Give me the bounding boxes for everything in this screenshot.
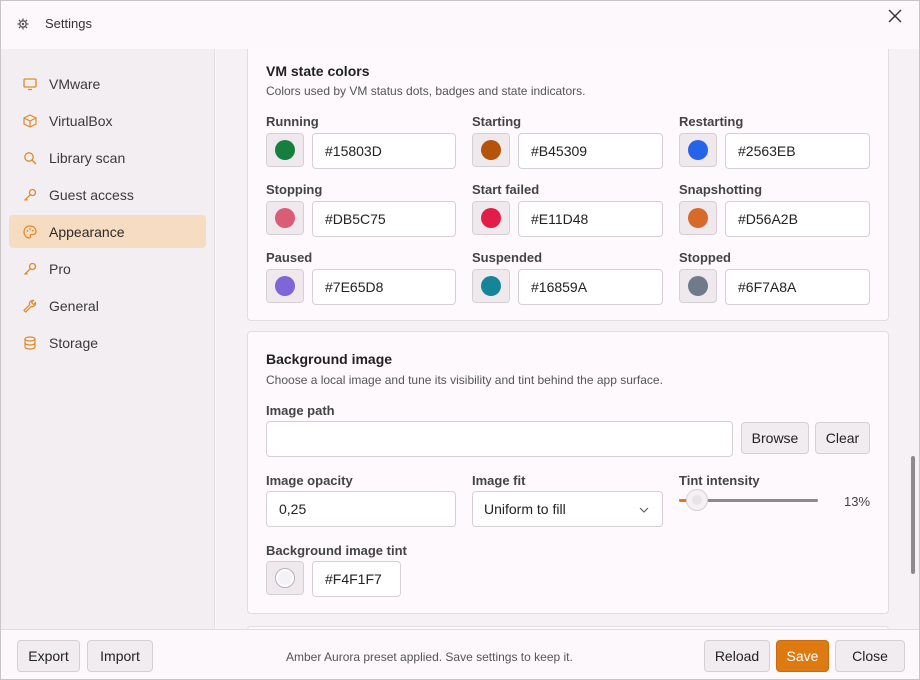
image-opacity-input[interactable]: 0,25 xyxy=(266,491,456,527)
color-dot xyxy=(275,140,295,160)
clear-button[interactable]: Clear xyxy=(815,422,870,454)
save-button[interactable]: Save xyxy=(776,640,829,672)
sidebar-item-general[interactable]: General xyxy=(9,289,206,322)
color-dot xyxy=(275,568,295,588)
image-fit-select[interactable]: Uniform to fill xyxy=(472,491,663,527)
state-label-stopped: Stopped xyxy=(679,250,731,265)
sidebar-item-label: General xyxy=(49,297,99,314)
color-dot xyxy=(481,208,501,228)
vm-state-colors-card: VM state colors Colors used by VM status… xyxy=(247,49,889,321)
state-label-running: Running xyxy=(266,114,319,129)
color-swatch-stopped[interactable] xyxy=(679,269,717,303)
sidebar-item-label: Pro xyxy=(49,260,71,277)
image-path-input[interactable] xyxy=(266,421,733,457)
color-field-suspended[interactable]: #16859A xyxy=(518,269,663,305)
state-label-starting: Starting xyxy=(472,114,522,129)
state-label-restarting: Restarting xyxy=(679,114,744,129)
key-icon xyxy=(23,188,37,202)
sidebar-item-label: VMware xyxy=(49,75,101,92)
sidebar-item-label: VirtualBox xyxy=(49,112,113,129)
settings-content[interactable]: VM state colors Colors used by VM status… xyxy=(216,49,919,629)
sidebar-item-label: Storage xyxy=(49,334,99,351)
tint-intensity-value: 13% xyxy=(844,494,871,509)
color-dot xyxy=(481,276,501,296)
key-icon xyxy=(23,262,37,276)
palette-icon xyxy=(23,224,37,239)
sidebar-item-virtualbox[interactable]: VirtualBox xyxy=(9,104,206,137)
title-bar: Settings xyxy=(1,1,919,49)
background-image-card: Background image Choose a local image an… xyxy=(247,331,889,614)
color-field-restarting[interactable]: #2563EB xyxy=(725,133,870,169)
chevron-down-icon xyxy=(638,503,650,515)
color-field-stopped[interactable]: #6F7A8A xyxy=(725,269,870,305)
window-title: Settings xyxy=(45,16,92,31)
footer-bar: Export Import Amber Aurora preset applie… xyxy=(1,629,919,679)
browse-button[interactable]: Browse xyxy=(741,422,809,454)
search-icon xyxy=(23,151,37,165)
color-field-snapshotting[interactable]: #D56A2B xyxy=(725,201,870,237)
tint-intensity-slider-thumb[interactable] xyxy=(686,489,709,511)
color-field-start-failed[interactable]: #E11D48 xyxy=(518,201,663,237)
status-message: Amber Aurora preset applied. Save settin… xyxy=(286,650,573,664)
card-title: VM state colors xyxy=(266,63,370,79)
database-icon xyxy=(23,335,37,350)
color-swatch-restarting[interactable] xyxy=(679,133,717,167)
sidebar-item-label: Library scan xyxy=(49,149,126,166)
sidebar-item-label: Appearance xyxy=(49,223,125,240)
settings-window: Settings VMware VirtualBox Library scan xyxy=(0,0,920,680)
color-swatch-background-tint[interactable] xyxy=(266,561,304,595)
reload-button[interactable]: Reload xyxy=(704,640,770,672)
color-dot xyxy=(688,276,708,296)
color-swatch-snapshotting[interactable] xyxy=(679,201,717,235)
color-field-starting[interactable]: #B45309 xyxy=(518,133,663,169)
sidebar-item-library-scan[interactable]: Library scan xyxy=(9,141,206,174)
sidebar-item-vmware[interactable]: VMware xyxy=(9,67,206,100)
card-description: Choose a local image and tune its visibi… xyxy=(266,373,663,387)
state-label-suspended: Suspended xyxy=(472,250,543,265)
gear-icon xyxy=(16,18,30,32)
sidebar-item-label: Guest access xyxy=(49,186,134,203)
background-tint-label: Background image tint xyxy=(266,543,407,558)
image-fit-value: Uniform to fill xyxy=(484,501,566,517)
color-swatch-starting[interactable] xyxy=(472,133,510,167)
monitor-icon xyxy=(23,77,37,91)
close-icon[interactable] xyxy=(885,7,905,27)
color-field-paused[interactable]: #7E65D8 xyxy=(312,269,456,305)
sidebar-item-pro[interactable]: Pro xyxy=(9,252,206,285)
state-label-stopping: Stopping xyxy=(266,182,323,197)
color-field-background-tint[interactable]: #F4F1F7 xyxy=(312,561,401,597)
sidebar-item-appearance[interactable]: Appearance xyxy=(9,215,206,248)
color-swatch-paused[interactable] xyxy=(266,269,304,303)
sidebar-item-guest-access[interactable]: Guest access xyxy=(9,178,206,211)
state-label-snapshotting: Snapshotting xyxy=(679,182,763,197)
color-dot xyxy=(275,276,295,296)
color-swatch-stopping[interactable] xyxy=(266,201,304,235)
image-fit-label: Image fit xyxy=(472,473,526,488)
color-swatch-suspended[interactable] xyxy=(472,269,510,303)
tint-intensity-label: Tint intensity xyxy=(679,473,760,488)
cube-icon xyxy=(23,113,37,128)
image-opacity-label: Image opacity xyxy=(266,473,353,488)
vertical-scrollbar[interactable] xyxy=(911,456,915,574)
color-swatch-running[interactable] xyxy=(266,133,304,167)
color-dot xyxy=(481,140,501,160)
color-dot xyxy=(688,208,708,228)
color-dot xyxy=(275,208,295,228)
color-dot xyxy=(688,140,708,160)
sidebar-item-storage[interactable]: Storage xyxy=(9,326,206,359)
import-button[interactable]: Import xyxy=(87,640,153,672)
color-field-stopping[interactable]: #DB5C75 xyxy=(312,201,456,237)
close-button[interactable]: Close xyxy=(835,640,905,672)
sidebar: VMware VirtualBox Library scan Guest acc… xyxy=(1,49,215,629)
color-field-running[interactable]: #15803D xyxy=(312,133,456,169)
wrench-icon xyxy=(23,299,37,313)
card-title: Background image xyxy=(266,351,393,367)
image-path-label: Image path xyxy=(266,403,335,418)
export-button[interactable]: Export xyxy=(17,640,80,672)
color-swatch-start-failed[interactable] xyxy=(472,201,510,235)
state-label-paused: Paused xyxy=(266,250,313,265)
state-label-start-failed: Start failed xyxy=(472,182,540,197)
card-description: Colors used by VM status dots, badges an… xyxy=(266,84,586,98)
